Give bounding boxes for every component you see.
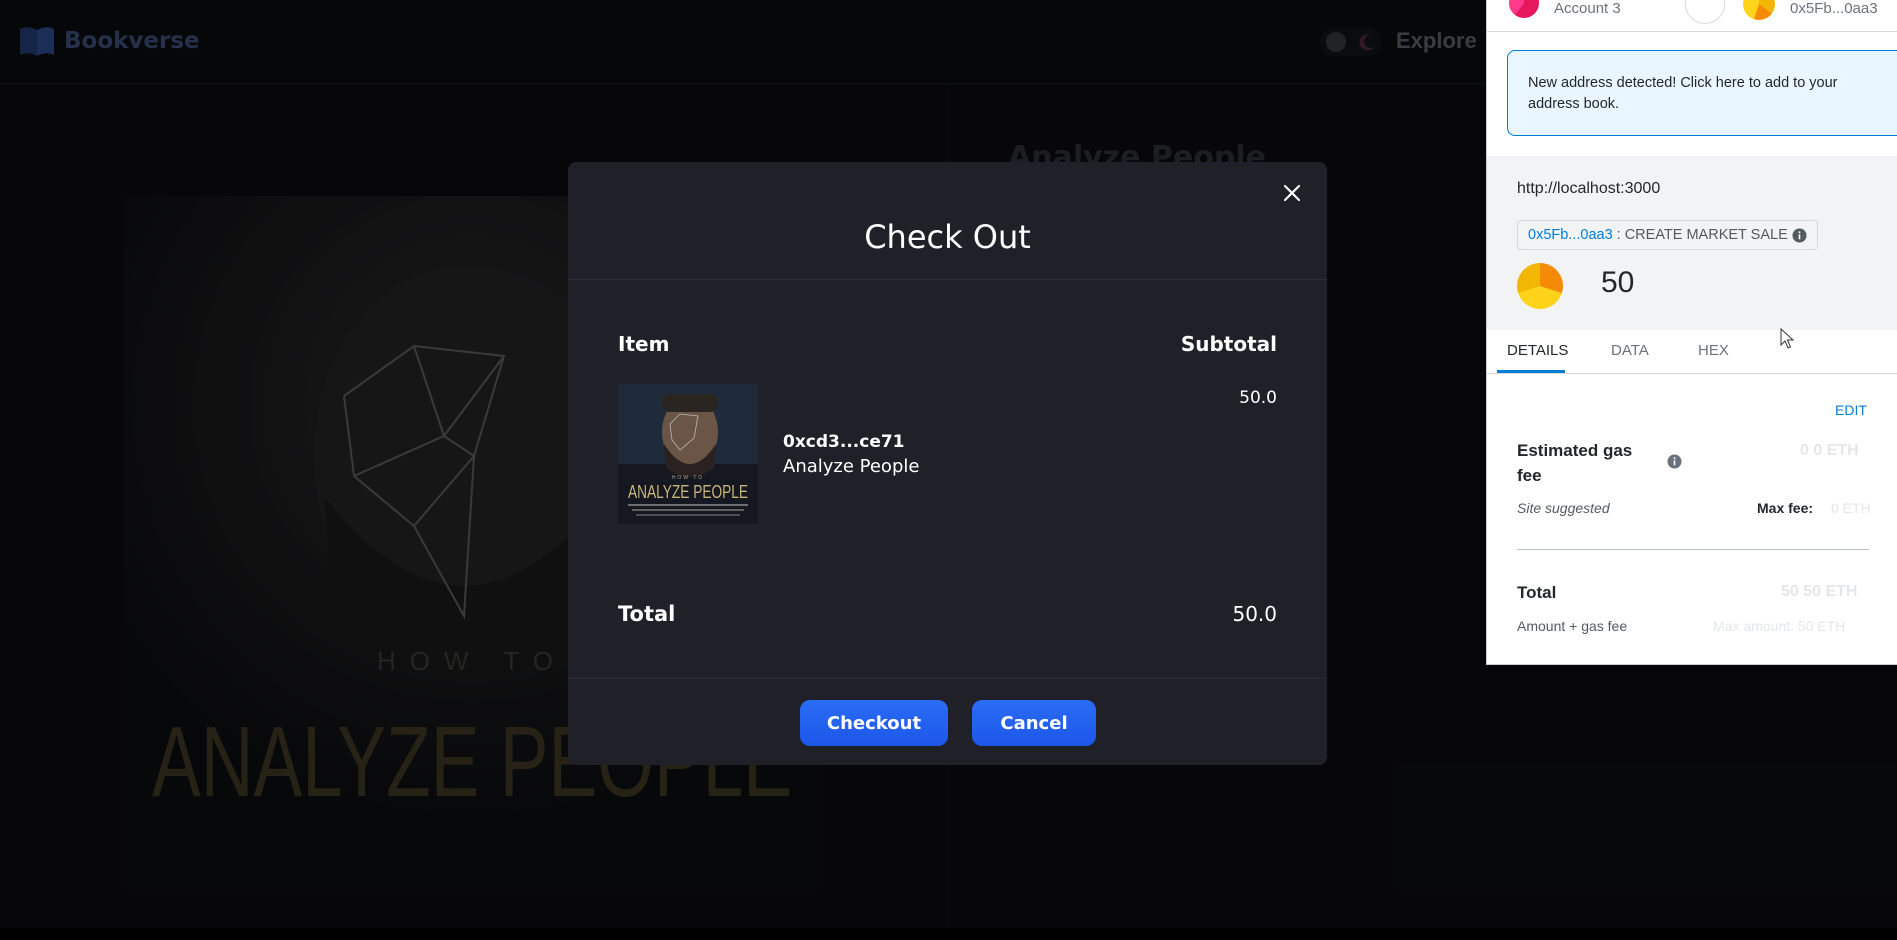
active-tab-indicator xyxy=(1497,370,1565,373)
method-badge: 0x5Fb...0aa3 : CREATE MARKET SALE xyxy=(1517,220,1818,250)
edit-gas-button[interactable]: EDIT xyxy=(1835,402,1867,418)
subtotal-column-header: Subtotal xyxy=(1180,332,1277,356)
wallet-total-label: Total xyxy=(1517,583,1557,602)
page: Bookverse Explore HOW TO ANALYZE PEOPLE … xyxy=(0,0,1897,940)
modal-title: Check Out xyxy=(864,218,1031,256)
max-fee-value: 0 ETH xyxy=(1831,500,1871,516)
transaction-summary: http://localhost:3000 0x5Fb...0aa3 : CRE… xyxy=(1487,156,1897,330)
checkout-modal: Check Out Item Subtotal HOW TO ANALYZE P… xyxy=(568,162,1327,765)
gas-fee-value: 0 0 ETH xyxy=(1800,442,1859,459)
recipient-avatar xyxy=(1743,0,1775,20)
item-column-header: Item xyxy=(618,332,670,356)
gas-fee-label: Estimated gas fee xyxy=(1517,441,1633,485)
method-name: : CREATE MARKET SALE xyxy=(1616,227,1788,243)
new-address-notice[interactable]: New address detected! Click here to add … xyxy=(1507,50,1897,136)
cancel-button[interactable]: Cancel xyxy=(972,700,1096,746)
item-thumbnail: HOW TO ANALYZE PEOPLE xyxy=(618,384,758,524)
info-icon[interactable] xyxy=(1667,454,1682,469)
close-icon[interactable] xyxy=(1279,180,1305,206)
wallet-header: Account 3 0x5Fb...0aa3 xyxy=(1487,0,1897,32)
amount-gas-label: Amount + gas fee xyxy=(1517,618,1628,634)
info-icon[interactable] xyxy=(1792,228,1807,243)
wallet-total-value: 50 50 ETH xyxy=(1781,583,1858,600)
mouse-cursor-icon xyxy=(1780,328,1795,349)
svg-text:HOW TO: HOW TO xyxy=(672,475,704,481)
tab-data[interactable]: DATA xyxy=(1611,342,1649,359)
total-value: 50.0 xyxy=(1232,602,1277,626)
wallet-popup: Account 3 0x5Fb...0aa3 New address detec… xyxy=(1486,0,1897,665)
site-origin: http://localhost:3000 xyxy=(1517,180,1661,197)
bottom-bar xyxy=(0,928,1897,940)
item-name: Analyze People xyxy=(783,456,920,477)
svg-text:ANALYZE PEOPLE: ANALYZE PEOPLE xyxy=(628,482,748,502)
divider xyxy=(568,678,1327,679)
account-avatar xyxy=(1509,0,1539,18)
max-amount: Max amount: 50 ETH xyxy=(1713,618,1846,634)
item-subtotal: 50.0 xyxy=(1239,388,1277,408)
tab-hex[interactable]: HEX xyxy=(1698,342,1729,359)
contract-address[interactable]: 0x5Fb...0aa3 xyxy=(1528,227,1613,243)
tab-details[interactable]: DETAILS xyxy=(1507,342,1568,359)
arrow-circle-icon xyxy=(1685,0,1725,24)
max-fee-label: Max fee: xyxy=(1757,500,1814,516)
site-suggested-label: Site suggested xyxy=(1517,500,1610,516)
total-label: Total xyxy=(618,602,676,626)
recipient-address[interactable]: 0x5Fb...0aa3 xyxy=(1790,0,1878,17)
divider xyxy=(1517,549,1869,550)
wallet-tabs: DETAILS DATA HEX xyxy=(1487,330,1897,374)
token-avatar xyxy=(1517,263,1563,309)
transaction-amount: 50 xyxy=(1601,266,1635,299)
account-name: Account 3 xyxy=(1554,0,1621,17)
item-address: 0xcd3...ce71 xyxy=(783,432,905,452)
divider xyxy=(568,279,1327,280)
checkout-button[interactable]: Checkout xyxy=(800,700,948,746)
